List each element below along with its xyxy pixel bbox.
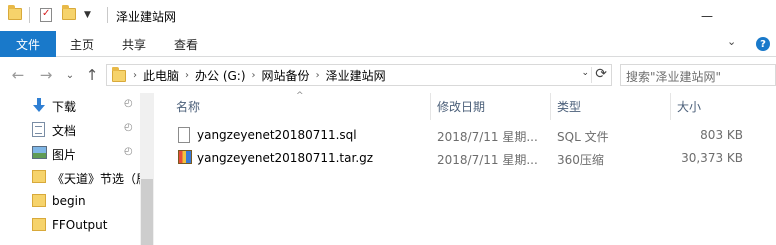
chevron-right-icon[interactable]: › bbox=[133, 70, 137, 81]
pin-icon[interactable]: ◴ bbox=[124, 122, 133, 133]
refresh-icon[interactable]: ⟳ bbox=[595, 66, 607, 82]
table-row[interactable]: yangzeyenet20180711.tar.gz 2018/7/11 星期.… bbox=[171, 148, 776, 168]
minimize-button[interactable]: — bbox=[684, 0, 730, 31]
documents-icon bbox=[32, 122, 45, 137]
sort-ascending-icon: ^ bbox=[296, 91, 304, 101]
tab-home[interactable]: 主页 bbox=[64, 31, 100, 57]
customize-toolbar-dropdown[interactable]: ▼ bbox=[84, 10, 91, 20]
title-bar: ▼ 泽业建站网 — bbox=[0, 0, 776, 31]
pin-icon[interactable]: ◴ bbox=[124, 146, 133, 157]
column-divider[interactable] bbox=[550, 93, 551, 120]
up-button[interactable]: ↑ bbox=[82, 66, 102, 84]
crumb-website-backup[interactable]: 网站备份 bbox=[262, 67, 310, 84]
sidebar-item-documents[interactable]: 文档 ◴ bbox=[0, 117, 140, 141]
file-modified: 2018/7/11 星期... bbox=[437, 153, 538, 167]
folder-icon bbox=[32, 194, 46, 207]
column-divider[interactable] bbox=[670, 93, 671, 120]
crumb-current-folder[interactable]: 泽业建站网 bbox=[326, 67, 386, 84]
pin-icon[interactable]: ◴ bbox=[124, 98, 133, 109]
folder-icon bbox=[32, 170, 46, 183]
folder-icon bbox=[32, 218, 46, 231]
crumb-drive-g[interactable]: 办公 (G:) bbox=[195, 67, 246, 84]
tab-share[interactable]: 共享 bbox=[116, 31, 152, 57]
pictures-icon bbox=[32, 146, 47, 159]
folder-icon bbox=[112, 67, 126, 82]
file-size: 803 KB bbox=[700, 128, 743, 142]
file-size: 30,373 KB bbox=[681, 151, 743, 165]
new-folder-icon[interactable] bbox=[62, 5, 76, 20]
forward-button[interactable]: → bbox=[36, 66, 56, 84]
sidebar-item-downloads[interactable]: 下载 ◴ bbox=[0, 93, 140, 117]
crumb-this-pc[interactable]: 此电脑 bbox=[143, 67, 179, 84]
file-name: yangzeyenet20180711.tar.gz bbox=[197, 151, 374, 165]
sidebar-item-begin[interactable]: begin bbox=[0, 189, 140, 213]
sidebar-item-pictures[interactable]: 图片 ◴ bbox=[0, 141, 140, 165]
search-input[interactable]: 搜索"泽业建站网" bbox=[626, 68, 721, 85]
navigation-pane: 下载 ◴ 文档 ◴ 图片 ◴ 《天道》节选（居 begin FFOutput bbox=[0, 93, 154, 245]
expand-ribbon-icon[interactable]: ⌄ bbox=[727, 35, 736, 48]
folder-icon bbox=[8, 5, 22, 20]
sidebar-item-ffoutput[interactable]: FFOutput bbox=[0, 213, 140, 237]
file-list: ^ 名称 修改日期 类型 大小 yangzeyenet20180711.sql … bbox=[154, 91, 776, 245]
back-button[interactable]: ← bbox=[8, 66, 28, 84]
sidebar-item-label: FFOutput bbox=[52, 218, 108, 232]
column-divider[interactable] bbox=[430, 93, 431, 120]
search-box[interactable]: 搜索"泽业建站网" bbox=[620, 64, 776, 86]
window-title: 泽业建站网 bbox=[116, 10, 177, 24]
address-dropdown-icon[interactable]: ⌄ bbox=[581, 68, 589, 78]
recent-locations-dropdown[interactable]: ⌄ bbox=[60, 66, 80, 84]
chevron-right-icon[interactable]: › bbox=[316, 70, 320, 81]
ribbon-tabs: 文件 主页 共享 查看 ⌄ ? bbox=[0, 31, 776, 57]
file-type: 360压缩 bbox=[557, 153, 604, 167]
help-icon[interactable]: ? bbox=[756, 37, 770, 51]
scrollbar-thumb[interactable] bbox=[141, 179, 153, 245]
chevron-right-icon[interactable]: › bbox=[252, 70, 256, 81]
tab-view[interactable]: 查看 bbox=[168, 31, 204, 57]
tab-file[interactable]: 文件 bbox=[0, 31, 56, 57]
divider bbox=[29, 7, 30, 23]
column-header-name[interactable]: 名称 bbox=[176, 93, 200, 120]
download-icon bbox=[32, 98, 46, 112]
divider bbox=[591, 67, 592, 83]
navigation-bar: ← → ⌄ ↑ › 此电脑 › 办公 (G:) › 网站备份 › 泽业建站网 ⌄… bbox=[0, 57, 776, 93]
divider bbox=[107, 7, 108, 23]
file-type: SQL 文件 bbox=[557, 130, 609, 144]
column-header-size[interactable]: 大小 bbox=[677, 93, 701, 120]
file-name: yangzeyenet20180711.sql bbox=[197, 128, 357, 142]
file-modified: 2018/7/11 星期... bbox=[437, 130, 538, 144]
column-header-type[interactable]: 类型 bbox=[557, 93, 581, 120]
sidebar-item-tiandao[interactable]: 《天道》节选（居 bbox=[0, 165, 140, 189]
archive-icon bbox=[178, 150, 192, 164]
properties-icon[interactable] bbox=[40, 8, 52, 22]
maximize-button[interactable] bbox=[730, 0, 776, 31]
table-row[interactable]: yangzeyenet20180711.sql 2018/7/11 星期... … bbox=[171, 125, 776, 145]
sidebar-item-label: 《天道》节选（居 bbox=[52, 172, 140, 186]
sidebar-item-label: begin bbox=[52, 194, 86, 208]
column-header-modified[interactable]: 修改日期 bbox=[437, 93, 485, 120]
sql-file-icon bbox=[178, 127, 190, 143]
chevron-right-icon[interactable]: › bbox=[185, 70, 189, 81]
address-bar[interactable]: › 此电脑 › 办公 (G:) › 网站备份 › 泽业建站网 ⌄ ⟳ bbox=[106, 64, 612, 86]
breadcrumb: › 此电脑 › 办公 (G:) › 网站备份 › 泽业建站网 bbox=[127, 65, 386, 85]
